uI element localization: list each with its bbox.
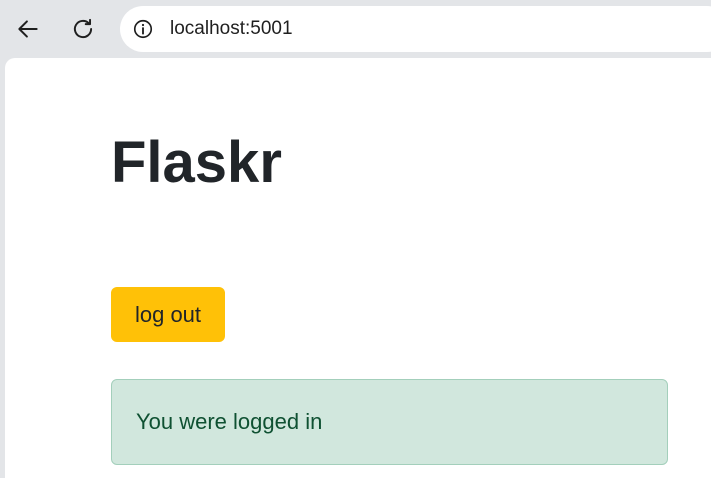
arrow-left-icon — [18, 20, 38, 38]
flash-message: You were logged in — [111, 379, 668, 465]
reload-icon — [73, 18, 93, 39]
url-text[interactable]: localhost:5001 — [170, 6, 293, 52]
reload-button[interactable] — [64, 10, 102, 48]
page-viewport: Flaskr log out You were logged in — [5, 58, 711, 478]
site-title: Flaskr — [111, 130, 282, 195]
logout-button[interactable]: log out — [111, 287, 225, 342]
info-icon[interactable] — [132, 18, 154, 40]
address-bar[interactable]: localhost:5001 — [120, 6, 711, 52]
back-button[interactable] — [9, 10, 47, 48]
browser-toolbar: localhost:5001 — [0, 0, 711, 58]
